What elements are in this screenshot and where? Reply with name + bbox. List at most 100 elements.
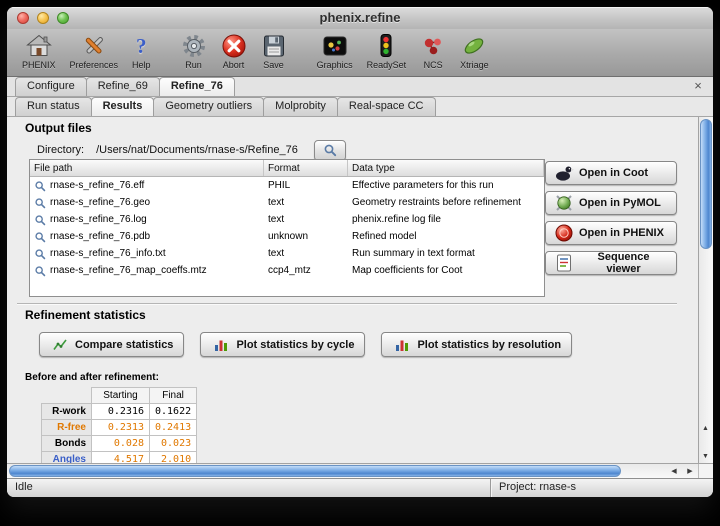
results-scroll-area: Output files Directory: /Users/nat/Docum… [7,117,698,463]
line-chart-icon [50,335,70,355]
stat-final-value: 2.010 [150,452,197,464]
horizontal-scrollbar[interactable]: ◀ ▶ [7,463,713,478]
screen: phenix.refine PHENIX [0,0,720,526]
stat-final-value: 0.1622 [150,404,197,420]
toolbar-help-button[interactable]: ? Help [125,31,158,71]
button-label: Open in PHENIX [579,227,664,239]
tools-icon [81,32,107,60]
magnifier-icon [34,214,46,226]
tab-run-status[interactable]: Run status [15,97,92,116]
browse-directory-button[interactable] [314,140,346,161]
open-buttons-column: Open in Coot [545,161,677,275]
tab-geometry-outliers[interactable]: Geometry outliers [153,97,264,116]
toolbar-abort-button[interactable]: Abort [214,31,254,71]
stat-starting-value: 0.028 [92,436,150,452]
scroll-down-arrow[interactable]: ▼ [698,449,713,463]
file-row[interactable]: rnase-s_refine_76.geo text Geometry rest… [30,194,544,211]
tab-real-space-cc[interactable]: Real-space CC [337,97,436,116]
file-row[interactable]: rnase-s_refine_76_map_coeffs.mtz ccp4_mt… [30,262,544,279]
sequence-viewer-button[interactable]: Sequence viewer [545,251,677,275]
plot-statistics-by-resolution-button[interactable]: Plot statistics by resolution [381,332,572,357]
file-datatype: Run summary in text format [348,248,544,259]
toolbar-label: Xtriage [460,60,489,70]
file-format: unknown [264,231,348,242]
toolbar-ncs-button[interactable]: NCS [413,31,453,71]
table-row: R-work 0.2316 0.1622 [42,404,197,420]
magnifier-icon [34,248,46,260]
floppy-disk-icon [261,32,287,60]
tab-molprobity[interactable]: Molprobity [263,97,338,116]
toolbar-xtriage-button[interactable]: Xtriage [453,31,496,71]
status-divider [490,479,491,497]
toolbar-save-button[interactable]: Save [254,31,294,71]
file-path: rnase-s_refine_76_info.txt [50,248,166,259]
close-tab-icon[interactable]: × [691,79,705,93]
file-path: rnase-s_refine_76.eff [50,180,144,191]
column-header-file-path[interactable]: File path [30,160,264,176]
pymol-icon [554,193,574,213]
help-question-icon: ? [136,32,147,60]
horizontal-scrollbar-thumb[interactable] [9,465,621,477]
scroll-right-arrow[interactable]: ▶ [682,464,698,478]
plot-statistics-by-cycle-button[interactable]: Plot statistics by cycle [200,332,365,357]
column-header-starting: Starting [92,388,150,404]
file-row[interactable]: rnase-s_refine_76.log text phenix.refine… [30,211,544,228]
open-in-phenix-button[interactable]: Open in PHENIX [545,221,677,245]
tab-configure[interactable]: Configure [15,77,87,96]
file-row[interactable]: rnase-s_refine_76.eff PHIL Effective par… [30,177,544,194]
stat-row-label: R-free [42,420,92,436]
stat-row-label: Angles [42,452,92,464]
column-header-data-type[interactable]: Data type [348,160,544,176]
compare-statistics-button[interactable]: Compare statistics [39,332,184,357]
scrollbar-corner [698,464,713,478]
table-corner [42,388,92,404]
search-icon [323,143,337,157]
tab-refine-69[interactable]: Refine_69 [86,77,160,96]
toolbar-label: ReadySet [367,60,407,70]
toolbar-graphics-button[interactable]: Graphics [310,31,360,71]
ncs-molecule-icon [420,32,446,60]
magnifier-icon [34,231,46,243]
main-tab-bar: Configure Refine_69 Refine_76 × [7,77,713,97]
scroll-up-arrow[interactable]: ▲ [698,421,713,435]
sequence-document-icon [554,253,574,273]
refinement-statistics-heading: Refinement statistics [25,308,146,322]
button-label: Plot statistics by cycle [236,339,354,351]
column-header-final: Final [150,388,197,404]
toolbar-phenix-button[interactable]: PHENIX [15,31,63,71]
abort-x-icon [221,32,247,60]
phenix-sphere-icon [554,223,574,243]
phenix-refine-window: phenix.refine PHENIX [7,7,713,497]
directory-label: Directory: [37,144,84,156]
titlebar[interactable]: phenix.refine [7,7,713,29]
stat-starting-value: 0.2313 [92,420,150,436]
coot-icon [554,163,574,183]
file-format: PHIL [264,180,348,191]
toolbar-run-button[interactable]: Run [174,31,214,71]
scroll-left-arrow[interactable]: ◀ [666,464,682,478]
file-row[interactable]: rnase-s_refine_76.pdb unknown Refined mo… [30,228,544,245]
file-format: text [264,197,348,208]
button-label: Open in PyMOL [579,197,661,209]
stat-final-value: 0.023 [150,436,197,452]
toolbar-label: Abort [223,60,245,70]
button-label: Open in Coot [579,167,648,179]
table-row: Bonds 0.028 0.023 [42,436,197,452]
file-row[interactable]: rnase-s_refine_76_info.txt text Run summ… [30,245,544,262]
stat-final-value: 0.2413 [150,420,197,436]
vertical-scrollbar-thumb[interactable] [700,119,712,249]
toolbar-preferences-button[interactable]: Preferences [63,31,126,71]
open-in-pymol-button[interactable]: Open in PyMOL [545,191,677,215]
column-header-format[interactable]: Format [264,160,348,176]
toolbar-readyset-button[interactable]: ReadySet [360,31,414,71]
toolbar-label: NCS [424,60,443,70]
stat-starting-value: 4.517 [92,452,150,464]
vertical-scrollbar[interactable]: ▲ ▼ [698,117,713,463]
button-label: Sequence viewer [579,251,668,275]
before-after-table: Starting Final R-work 0.2316 0.1622 R-fr… [41,387,197,463]
tab-refine-76[interactable]: Refine_76 [159,77,235,96]
open-in-coot-button[interactable]: Open in Coot [545,161,677,185]
file-format: ccp4_mtz [264,265,348,276]
tab-results[interactable]: Results [91,97,155,116]
toolbar-label: Graphics [317,60,353,70]
